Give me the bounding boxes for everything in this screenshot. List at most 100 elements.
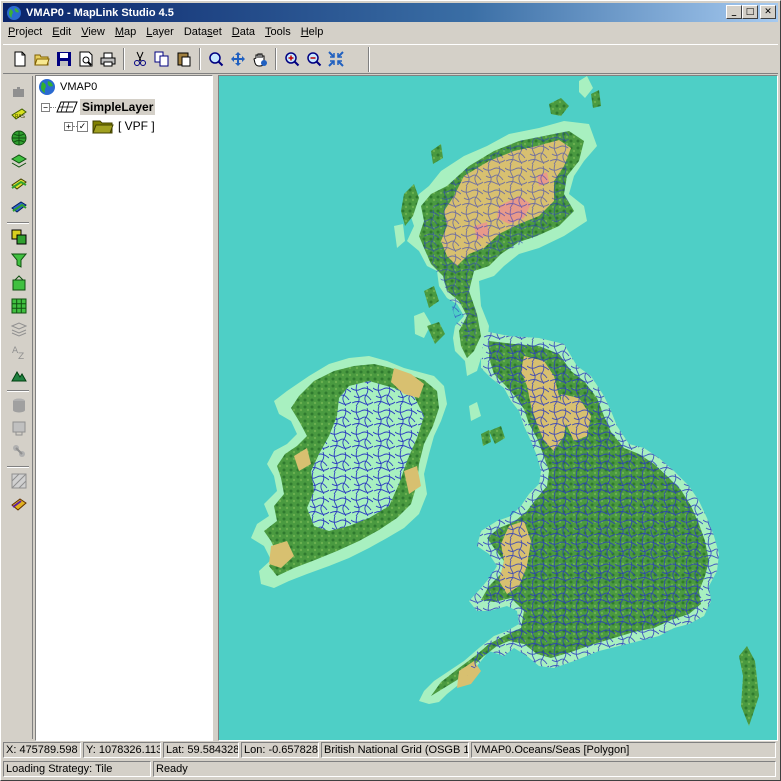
status-lat: Lat: 59.584328 <box>163 742 239 758</box>
globe-icon <box>39 79 55 95</box>
layer-tool-14[interactable] <box>9 395 29 415</box>
close-button[interactable]: ✕ <box>760 5 776 19</box>
grab-button[interactable] <box>249 48 271 70</box>
paste-button[interactable] <box>173 48 195 70</box>
zoom-in-button[interactable] <box>281 48 303 70</box>
zoom-in-icon <box>285 52 300 67</box>
pan-button[interactable] <box>227 48 249 70</box>
cut-button[interactable] <box>129 48 151 70</box>
layer-toolbar-separator <box>7 390 29 392</box>
menu-help-label: Help <box>300 26 324 38</box>
database-icon <box>13 398 25 413</box>
zoom-out-button[interactable] <box>303 48 325 70</box>
title-bar[interactable]: VMAP0 - MapLink Studio 4.5 _ □ ✕ <box>3 3 778 22</box>
disabled-tools-icon <box>13 445 25 457</box>
map-view <box>251 76 759 726</box>
puzzle-icon <box>13 87 24 97</box>
simple-layer-label[interactable]: SimpleLayer <box>80 99 156 115</box>
menu-data[interactable]: Data <box>227 24 260 41</box>
raster-layer-icon <box>11 178 27 190</box>
menu-edit[interactable]: Edit <box>47 24 76 41</box>
layer-tool-9[interactable] <box>9 273 29 293</box>
cut-icon <box>134 51 146 66</box>
terrain-button[interactable] <box>9 365 29 385</box>
menu-dataset[interactable]: Dataset <box>179 24 227 41</box>
layer-tool-15[interactable] <box>9 418 29 438</box>
layer-tree-panel: VMAP0 − SimpleLayer + ✓ [ VPF ] <box>35 75 213 741</box>
grid-button[interactable] <box>9 296 29 316</box>
menu-dataset-label: Dataset <box>183 26 222 38</box>
copy-button[interactable] <box>151 48 173 70</box>
layer-tool-3[interactable] <box>9 128 29 148</box>
tree-layer-node[interactable]: − SimpleLayer <box>41 98 156 116</box>
save-button[interactable] <box>53 48 75 70</box>
status-bar-coords: X: 475789.598 Y: 1078326.113 Lat: 59.584… <box>3 742 778 759</box>
menu-layer-label: Layer <box>146 26 174 38</box>
status-loading-strategy: Loading Strategy: Tile <box>3 761 151 777</box>
simple-layer-icon <box>56 101 78 113</box>
layer-tool-18[interactable] <box>9 494 29 514</box>
menu-bar: Project Edit View Map Layer Dataset Data… <box>3 23 778 42</box>
globe-icon <box>11 130 27 146</box>
layer-tool-6[interactable] <box>9 197 29 217</box>
stacked-layers-icon <box>11 154 27 168</box>
tree-vpf-node[interactable]: + ✓ [ VPF ] <box>64 117 155 135</box>
zoom-extent-icon <box>328 51 344 67</box>
sort-button[interactable]: AZ <box>9 342 29 362</box>
data-layer-icon: RAS <box>11 108 27 120</box>
coastline-fragment <box>739 646 759 726</box>
print-button[interactable] <box>97 48 119 70</box>
print-preview-button[interactable] <box>75 48 97 70</box>
layer-tool-2[interactable]: RAS <box>9 105 29 125</box>
maximize-button[interactable]: □ <box>742 5 758 19</box>
vector-layer-icon <box>11 201 27 213</box>
status-projection: British National Grid (OSGB 1936) <box>321 742 469 758</box>
zoom-extent-button[interactable] <box>325 48 347 70</box>
menu-project[interactable]: Project <box>3 24 47 41</box>
layer-expander[interactable]: − <box>41 102 50 112</box>
zoom-button[interactable] <box>205 48 227 70</box>
filter-icon <box>11 253 27 268</box>
menu-layer[interactable]: Layer <box>141 24 179 41</box>
vpf-expander[interactable]: + <box>64 121 73 131</box>
minimize-button[interactable]: _ <box>726 5 742 19</box>
menu-help[interactable]: Help <box>296 24 329 41</box>
menu-tools[interactable]: Tools <box>260 24 296 41</box>
layer-tool-16[interactable] <box>9 441 29 461</box>
menu-view[interactable]: View <box>76 24 110 41</box>
copy-icon <box>154 51 169 67</box>
northern-isles <box>549 76 601 116</box>
layer-tool-11[interactable] <box>9 319 29 339</box>
layer-tool-17[interactable] <box>9 471 29 491</box>
feature-icon <box>12 275 26 291</box>
toolbar-separator <box>275 48 277 70</box>
status-x: X: 475789.598 <box>3 742 81 758</box>
globe-app-icon <box>7 5 21 20</box>
pan-icon <box>231 52 245 66</box>
layer-tool-5[interactable] <box>9 174 29 194</box>
layer-tool-1[interactable] <box>9 82 29 102</box>
open-button[interactable] <box>31 48 53 70</box>
zoom-icon <box>209 52 224 67</box>
menu-map-label: Map <box>114 26 137 38</box>
new-file-icon <box>14 51 26 67</box>
svg-text:RAS: RAS <box>15 114 25 120</box>
status-bar-state: Loading Strategy: Tile Ready <box>3 761 778 778</box>
status-lon: Lon: -0.657828 <box>241 742 319 758</box>
tree-root[interactable]: VMAP0 <box>38 78 97 96</box>
menu-tools-label: Tools <box>265 26 291 38</box>
zoom-out-icon <box>307 52 322 67</box>
map-canvas[interactable] <box>218 75 778 741</box>
terrain-icon <box>11 371 27 382</box>
menu-map[interactable]: Map <box>110 24 141 41</box>
tree-root-label: VMAP0 <box>60 81 98 93</box>
toolbar-separator <box>199 48 201 70</box>
layer-tool-7[interactable] <box>9 227 29 247</box>
filter-button[interactable] <box>9 250 29 270</box>
new-file-button[interactable] <box>9 48 31 70</box>
layer-toolbar: RAS AZ <box>3 76 33 739</box>
menu-edit-label: Edit <box>52 26 72 38</box>
copy-layers-icon <box>11 229 27 245</box>
vpf-visibility-checkbox[interactable]: ✓ <box>77 120 88 132</box>
layer-tool-4[interactable] <box>9 151 29 171</box>
